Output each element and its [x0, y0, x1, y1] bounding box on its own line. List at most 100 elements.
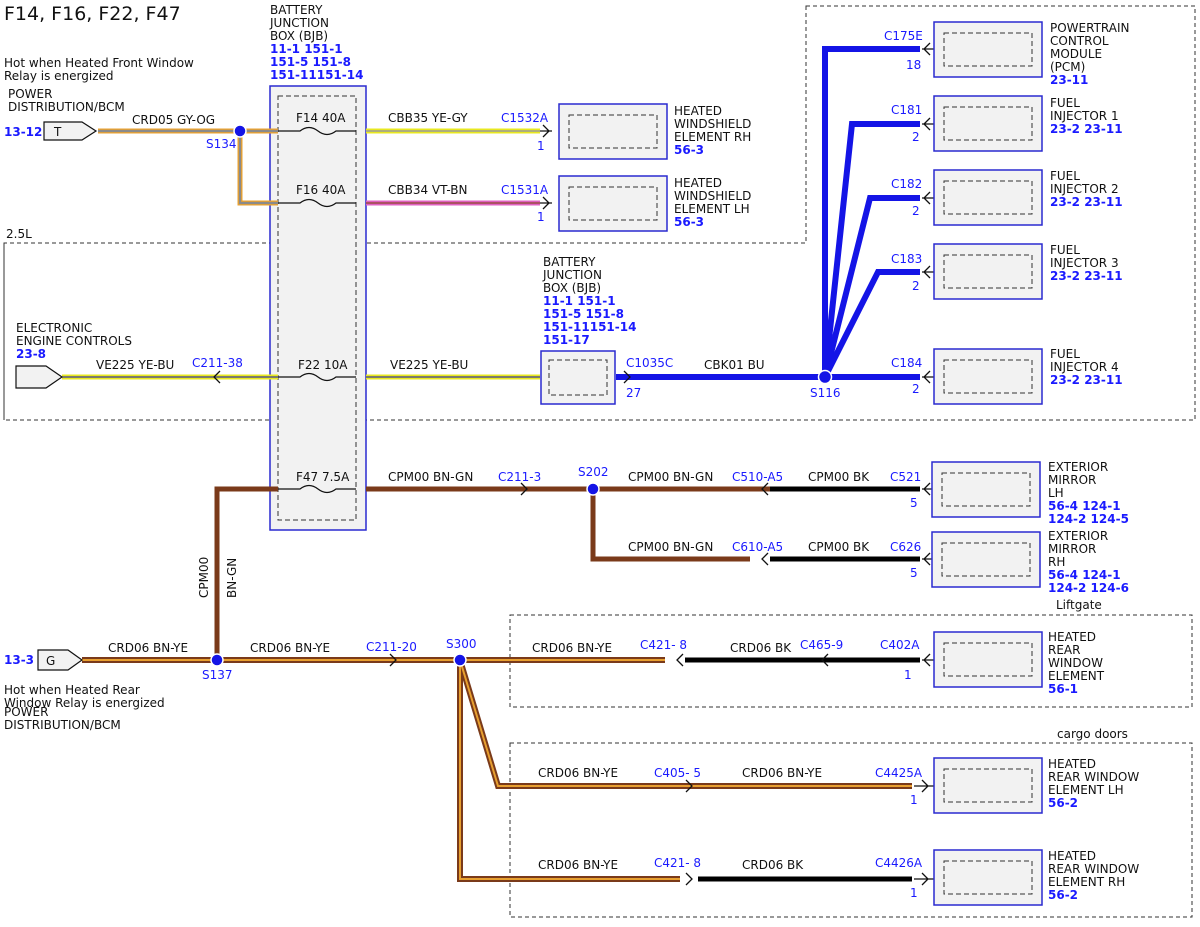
svg-text:(PCM): (PCM)	[1050, 60, 1085, 74]
svg-text:WINDOW: WINDOW	[1048, 656, 1103, 670]
module-rear-window: HEATED REAR WINDOW ELEMENT 56-1	[933, 630, 1105, 696]
svg-text:11-1 151-1: 11-1 151-1	[270, 42, 343, 56]
svg-text:HEATED: HEATED	[1048, 849, 1096, 863]
wiring-diagram: F14, F16, F22, F47 2.5L Liftgate cargo d…	[0, 0, 1200, 927]
svg-text:56-1: 56-1	[1048, 682, 1078, 696]
svg-text:INJECTOR 2: INJECTOR 2	[1050, 182, 1119, 196]
fuse-f47: F47 7.5A	[296, 470, 350, 484]
svg-text:FUEL: FUEL	[1050, 243, 1080, 257]
svg-text:CRD06 BN-YE: CRD06 BN-YE	[108, 641, 188, 655]
module-injector-4: FUEL INJECTOR 4 23-2 23-11	[933, 347, 1123, 405]
svg-text:1: 1	[904, 668, 912, 682]
svg-text:C182: C182	[891, 177, 922, 191]
svg-text:151-17: 151-17	[543, 333, 590, 347]
svg-text:CBK01 BU: CBK01 BU	[704, 358, 765, 372]
svg-text:124-2 124-5: 124-2 124-5	[1048, 512, 1129, 526]
svg-text:INJECTOR 4: INJECTOR 4	[1050, 360, 1119, 374]
svg-text:HEATED: HEATED	[674, 176, 722, 190]
svg-text:POWER: POWER	[4, 705, 48, 719]
svg-text:5: 5	[910, 496, 918, 510]
svg-text:CBB35 YE-GY: CBB35 YE-GY	[388, 111, 468, 125]
svg-text:C183: C183	[891, 252, 922, 266]
svg-text:REAR WINDOW: REAR WINDOW	[1048, 862, 1139, 876]
bjb-top-label: BATTERY JUNCTION BOX (BJB) 11-1 151-1 15…	[269, 3, 363, 82]
svg-text:CRD06 BN-YE: CRD06 BN-YE	[538, 766, 618, 780]
zone-liftgate-label: Liftgate	[1056, 598, 1102, 612]
svg-text:C4426A: C4426A	[875, 856, 923, 870]
zone-engine-label: 2.5L	[6, 227, 32, 241]
module-mirror-lh: EXTERIOR MIRROR LH 56-4 124-1 124-2 124-…	[931, 460, 1129, 526]
svg-text:C465-9: C465-9	[800, 638, 843, 652]
svg-text:REAR WINDOW: REAR WINDOW	[1048, 770, 1139, 784]
splice-s300: S300	[446, 637, 477, 651]
svg-text:C421- 8: C421- 8	[654, 856, 701, 870]
svg-text:DISTRIBUTION/BCM: DISTRIBUTION/BCM	[8, 100, 125, 114]
module-windshield-rh: HEATED WINDSHIELD ELEMENT RH 56-3	[558, 103, 751, 160]
svg-text:2: 2	[912, 130, 920, 144]
svg-text:2: 2	[912, 204, 920, 218]
svg-text:WINDSHIELD: WINDSHIELD	[674, 189, 751, 203]
svg-text:2: 2	[912, 382, 920, 396]
svg-text:POWER: POWER	[8, 87, 52, 101]
svg-text:151-5 151-8: 151-5 151-8	[543, 307, 624, 321]
svg-text:C1035C: C1035C	[626, 356, 673, 370]
module-rear-window-lh: HEATED REAR WINDOW ELEMENT LH 56-2	[933, 757, 1139, 814]
svg-text:C610-A5: C610-A5	[732, 540, 783, 554]
svg-text:G: G	[46, 654, 55, 668]
svg-text:C1532A: C1532A	[501, 111, 549, 125]
svg-text:1: 1	[910, 886, 918, 900]
svg-text:JUNCTION: JUNCTION	[269, 16, 329, 30]
module-rear-window-rh: HEATED REAR WINDOW ELEMENT RH 56-2	[933, 849, 1139, 906]
svg-text:56-3: 56-3	[674, 143, 704, 157]
svg-text:BATTERY: BATTERY	[270, 3, 323, 17]
svg-text:FUEL: FUEL	[1050, 169, 1080, 183]
svg-text:Relay is energized: Relay is energized	[4, 69, 114, 83]
svg-text:CONTROL: CONTROL	[1050, 34, 1109, 48]
svg-text:CRD06 BN-YE: CRD06 BN-YE	[538, 858, 618, 872]
svg-text:CRD06 BN-YE: CRD06 BN-YE	[250, 641, 330, 655]
svg-text:FUEL: FUEL	[1050, 96, 1080, 110]
svg-text:CPM00 BK: CPM00 BK	[808, 540, 870, 554]
svg-text:13-12: 13-12	[4, 125, 42, 139]
svg-text:MIRROR: MIRROR	[1048, 473, 1096, 487]
svg-text:ELEMENT LH: ELEMENT LH	[674, 202, 750, 216]
svg-text:23-2 23-11: 23-2 23-11	[1050, 122, 1123, 136]
svg-text:INJECTOR 3: INJECTOR 3	[1050, 256, 1119, 270]
svg-text:C4425A: C4425A	[875, 766, 923, 780]
svg-text:BOX (BJB): BOX (BJB)	[270, 29, 328, 43]
svg-text:CRD06 BK: CRD06 BK	[742, 858, 804, 872]
svg-text:Hot when Heated Rear: Hot when Heated Rear	[4, 683, 140, 697]
svg-text:BATTERY: BATTERY	[543, 255, 596, 269]
splice-s137: S137	[202, 668, 233, 682]
svg-text:ELEMENT: ELEMENT	[1048, 669, 1105, 683]
svg-text:23-8: 23-8	[16, 347, 46, 361]
diagram-title: F14, F16, F22, F47	[4, 3, 181, 25]
zone-cargo-label: cargo doors	[1057, 727, 1128, 741]
fuse-f22: F22 10A	[298, 358, 348, 372]
svg-text:23-2 23-11: 23-2 23-11	[1050, 373, 1123, 387]
svg-text:CPM00: CPM00	[197, 557, 211, 598]
svg-text:C510-A5: C510-A5	[732, 470, 783, 484]
svg-text:ENGINE CONTROLS: ENGINE CONTROLS	[16, 334, 132, 348]
module-windshield-lh: HEATED WINDSHIELD ELEMENT LH 56-3	[558, 175, 751, 232]
module-pcm: POWERTRAIN CONTROL MODULE (PCM) 23-11	[933, 21, 1130, 87]
svg-text:1: 1	[537, 139, 545, 153]
svg-text:1: 1	[910, 793, 918, 807]
svg-text:56-4 124-1: 56-4 124-1	[1048, 568, 1121, 582]
svg-text:56-2: 56-2	[1048, 796, 1078, 810]
bjb-box	[269, 85, 367, 531]
svg-text:56-4 124-1: 56-4 124-1	[1048, 499, 1121, 513]
svg-text:23-2 23-11: 23-2 23-11	[1050, 269, 1123, 283]
svg-text:23-11: 23-11	[1050, 73, 1088, 87]
bjb-mid: BATTERY JUNCTION BOX (BJB) 11-1 151-1 15…	[540, 255, 636, 405]
svg-text:LH: LH	[1048, 486, 1064, 500]
svg-text:5: 5	[910, 566, 918, 580]
svg-text:FUEL: FUEL	[1050, 347, 1080, 361]
svg-text:ELEMENT LH: ELEMENT LH	[1048, 783, 1124, 797]
svg-text:HEATED: HEATED	[674, 104, 722, 118]
splice-s202: S202	[578, 465, 609, 479]
svg-text:BN-GN: BN-GN	[225, 558, 239, 598]
splice-s134: S134	[206, 137, 237, 151]
svg-text:18: 18	[906, 58, 921, 72]
svg-text:C421- 8: C421- 8	[640, 638, 687, 652]
